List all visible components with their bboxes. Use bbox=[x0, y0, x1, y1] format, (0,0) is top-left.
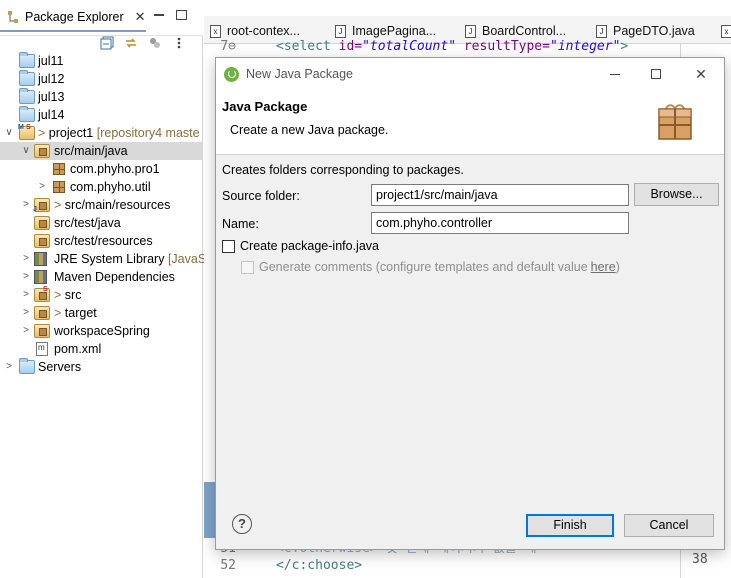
here-link[interactable]: here bbox=[591, 260, 616, 274]
view-menu-icon[interactable] bbox=[172, 36, 186, 50]
code-line-52: 52 </c:choose> bbox=[220, 558, 363, 573]
minimize-icon[interactable] bbox=[154, 14, 164, 16]
java-file-icon: J bbox=[335, 24, 346, 38]
maximize-button[interactable] bbox=[648, 66, 664, 82]
chevron-right-icon[interactable]: > bbox=[4, 358, 14, 376]
folder-icon bbox=[19, 358, 35, 374]
package-name-input[interactable]: com.phyho.controller bbox=[371, 212, 629, 234]
info-text: Creates folders corresponding to package… bbox=[222, 163, 464, 177]
finish-button[interactable]: Finish bbox=[526, 514, 614, 537]
tree-item-package-util[interactable]: > com.phyho.util bbox=[0, 178, 203, 196]
close-icon[interactable]: ✕ bbox=[135, 9, 146, 25]
chevron-right-icon[interactable]: > bbox=[37, 178, 47, 196]
tree-item-servers[interactable]: > Servers bbox=[0, 358, 203, 376]
java-file-icon: J bbox=[596, 24, 607, 38]
dialog-footer: ? Finish Cancel bbox=[216, 499, 724, 549]
chevron-right-icon[interactable]: > bbox=[21, 304, 31, 322]
create-package-info-checkbox[interactable] bbox=[222, 239, 235, 253]
tree-item-package-pro1[interactable]: com.phyho.pro1 bbox=[0, 160, 203, 178]
tab-overflow[interactable]: x bbox=[721, 20, 731, 42]
maximize-icon[interactable] bbox=[176, 10, 187, 20]
dialog-titlebar: New Java Package ✕ bbox=[216, 58, 724, 90]
project-folder-icon bbox=[19, 88, 35, 104]
project-folder-icon bbox=[19, 52, 35, 68]
source-folder-icon bbox=[34, 144, 50, 158]
source-folder-icon: J bbox=[33, 198, 50, 213]
tree-item-src-main-java[interactable]: ∨ src/main/java bbox=[0, 142, 203, 160]
dialog-title: Java Package bbox=[222, 99, 308, 114]
chevron-right-icon[interactable]: > bbox=[21, 196, 31, 214]
name-label: Name: bbox=[222, 217, 259, 231]
xml-file-icon: x bbox=[210, 24, 221, 38]
maximize-icon bbox=[651, 69, 661, 79]
collapse-all-icon[interactable] bbox=[100, 36, 114, 50]
project-folder-icon bbox=[19, 106, 35, 122]
chevron-right-icon[interactable]: > bbox=[21, 268, 31, 286]
tree-item-src-main-resources[interactable]: > J > src/main/resources bbox=[0, 196, 203, 214]
project-folder-icon bbox=[19, 70, 35, 86]
tree-item-project1[interactable]: ∨ MS > project1 [repository4 maste bbox=[0, 124, 203, 142]
dialog-description: Create a new Java package. bbox=[230, 123, 389, 137]
dialog-header: Java Package Create a new Java package. bbox=[216, 90, 724, 155]
link-with-editor-icon[interactable] bbox=[124, 36, 138, 50]
help-icon[interactable]: ? bbox=[232, 514, 252, 534]
browse-button[interactable]: Browse... bbox=[634, 183, 719, 206]
new-java-package-dialog: New Java Package ✕ Java Package Create a… bbox=[215, 57, 725, 550]
library-icon bbox=[34, 270, 47, 284]
tree-item-jre-library[interactable]: > JRE System Library [JavaSE bbox=[0, 250, 215, 268]
generate-comments-checkbox bbox=[241, 260, 254, 274]
close-button[interactable]: ✕ bbox=[693, 66, 709, 82]
tree-item-jul11[interactable]: jul11 bbox=[0, 52, 203, 70]
tree-item-workspace-spring[interactable]: > workspaceSpring bbox=[0, 322, 203, 340]
explorer-toolbar bbox=[100, 34, 200, 52]
dialog-content: Creates folders corresponding to package… bbox=[216, 155, 724, 499]
source-folder-icon bbox=[34, 216, 50, 230]
tree-item-src-test-resources[interactable]: src/test/resources bbox=[0, 232, 203, 250]
spring-logo-icon bbox=[224, 67, 239, 82]
chevron-right-icon[interactable]: > bbox=[21, 322, 31, 340]
cancel-button[interactable]: Cancel bbox=[624, 514, 714, 537]
chevron-right-icon[interactable]: > bbox=[21, 286, 31, 304]
minimize-icon bbox=[610, 74, 620, 75]
folder-icon bbox=[34, 324, 50, 338]
minimize-button[interactable] bbox=[607, 66, 623, 82]
folder-icon bbox=[34, 306, 50, 320]
package-explorer: Package Explorer ✕ jul11 jul12 jul13 jul… bbox=[0, 0, 215, 578]
tree-item-jul14[interactable]: jul14 bbox=[0, 106, 203, 124]
tree-item-pom-xml[interactable]: pom.xml bbox=[0, 340, 203, 358]
java-file-icon: J bbox=[465, 24, 476, 38]
package-wizard-icon bbox=[656, 101, 694, 141]
close-icon: ✕ bbox=[695, 66, 707, 82]
chevron-down-icon[interactable]: ∨ bbox=[21, 142, 31, 160]
line-number: 38 bbox=[692, 552, 708, 567]
tree-item-src-test-java[interactable]: src/test/java bbox=[0, 214, 203, 232]
explorer-tab-bar: Package Explorer ✕ bbox=[0, 0, 203, 36]
chevron-down-icon[interactable]: ∨ bbox=[4, 124, 14, 142]
tree-item-jul12[interactable]: jul12 bbox=[0, 70, 203, 88]
xml-file-icon: x bbox=[721, 24, 731, 38]
tree-item-maven-dependencies[interactable]: > Maven Dependencies bbox=[0, 268, 203, 286]
focus-icon[interactable] bbox=[148, 36, 162, 50]
tree-item-jul13[interactable]: jul13 bbox=[0, 88, 203, 106]
source-folder-label: Source folder: bbox=[222, 189, 300, 203]
source-folder-input[interactable]: project1/src/main/java bbox=[371, 184, 629, 206]
source-folder-icon bbox=[34, 234, 50, 248]
folder-icon: S bbox=[34, 286, 50, 302]
xml-file-icon bbox=[36, 342, 48, 356]
library-icon bbox=[34, 252, 47, 266]
generate-comments-row: Generate comments (configure templates a… bbox=[241, 260, 620, 274]
maven-project-icon: MS bbox=[18, 124, 35, 140]
package-icon bbox=[53, 163, 65, 175]
project-tree: jul11 jul12 jul13 jul14 ∨ MS > project1 … bbox=[0, 52, 215, 376]
tree-item-target[interactable]: > > target bbox=[0, 304, 203, 322]
code-line-7: 7⊖ <select id="totalCount" resultType="i… bbox=[220, 39, 629, 54]
package-explorer-icon bbox=[6, 10, 20, 24]
create-package-info-row[interactable]: Create package-info.java bbox=[222, 239, 379, 253]
chevron-right-icon[interactable]: > bbox=[21, 250, 31, 268]
dialog-window-title: New Java Package bbox=[246, 67, 354, 81]
explorer-title: Package Explorer bbox=[25, 10, 124, 24]
package-icon bbox=[53, 181, 65, 193]
tab-package-explorer[interactable]: Package Explorer ✕ bbox=[0, 4, 146, 32]
tree-item-src[interactable]: > S > src bbox=[0, 286, 203, 304]
